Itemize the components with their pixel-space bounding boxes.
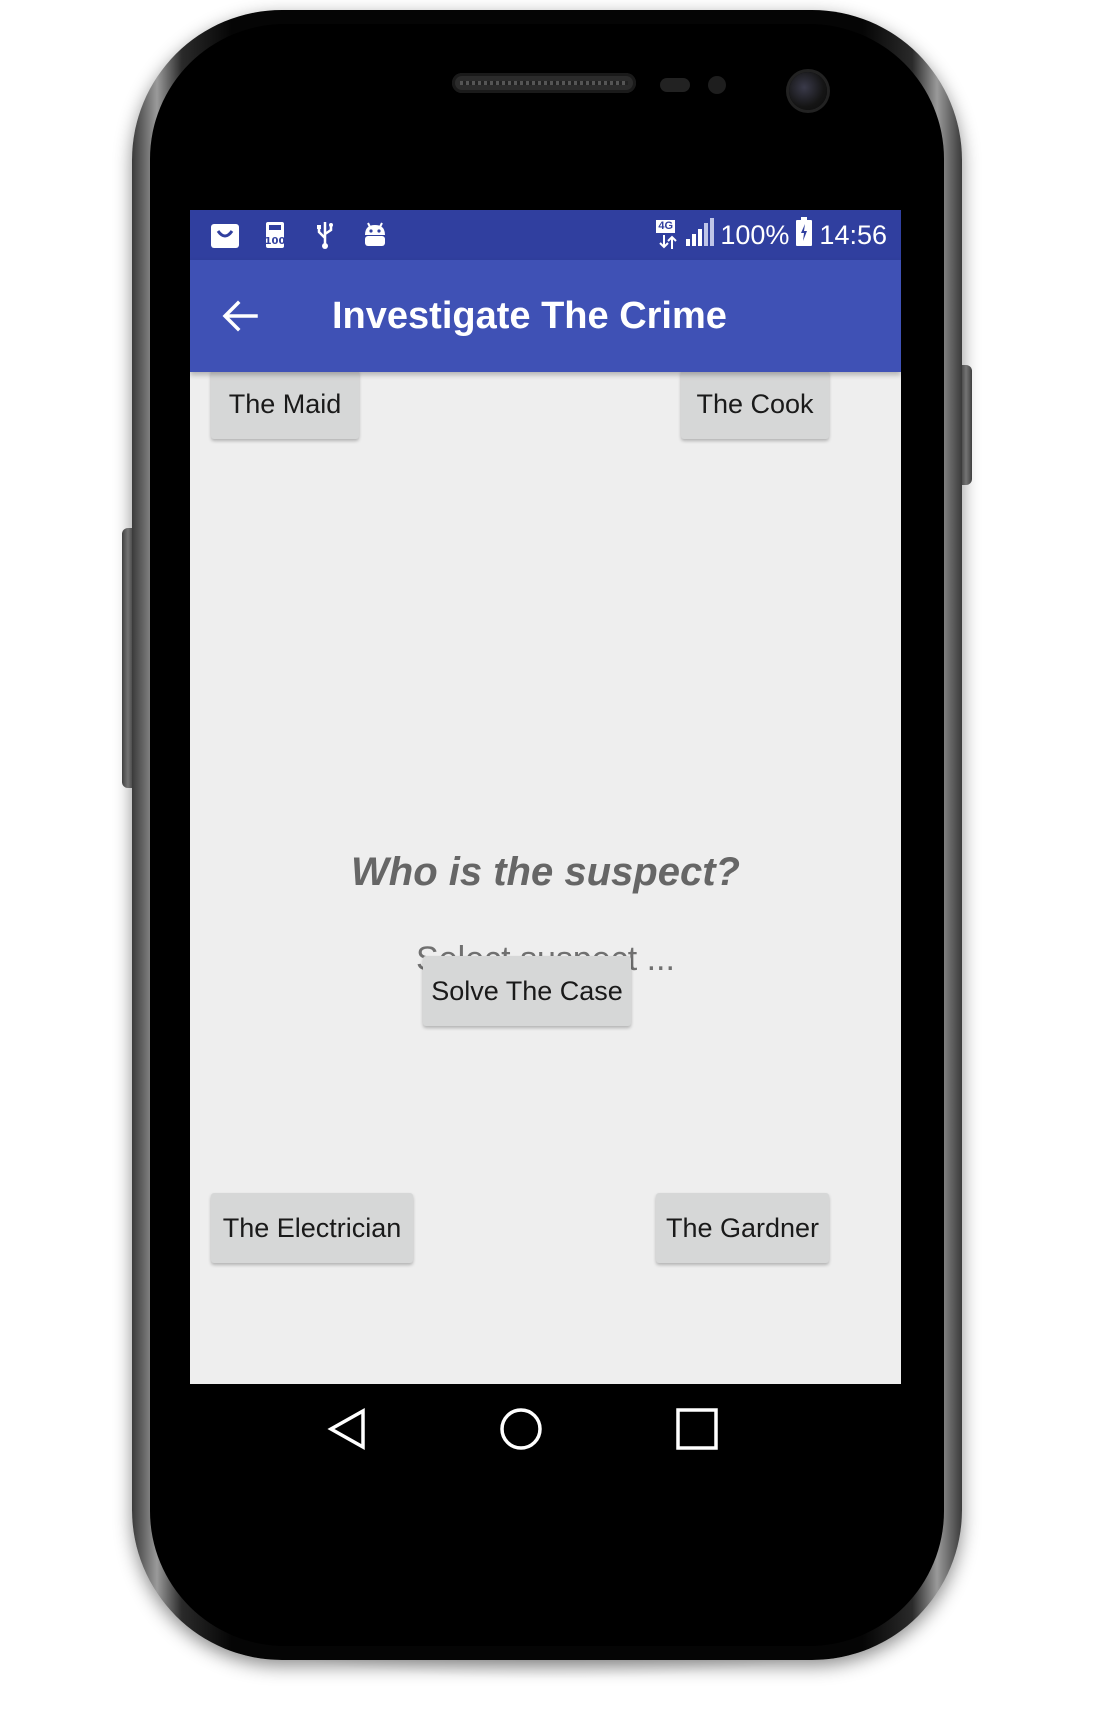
notification-icons: 100 <box>210 220 390 250</box>
earpiece-speaker <box>452 73 636 93</box>
recents-square-icon <box>676 1408 718 1450</box>
nav-recents-button[interactable] <box>674 1406 720 1452</box>
app-bar: Investigate The Crime <box>190 260 901 372</box>
solve-case-button[interactable]: Solve The Case <box>423 956 631 1026</box>
android-debug-icon <box>360 220 390 250</box>
front-camera <box>789 72 827 110</box>
network-4g-icon: 4G <box>656 220 680 250</box>
cook-button[interactable]: The Cook <box>681 369 829 439</box>
usb-icon <box>310 220 340 250</box>
bag-icon <box>210 220 240 250</box>
home-circle-icon <box>500 1408 542 1450</box>
question-heading: Who is the suspect? <box>351 850 740 894</box>
page-title: Investigate The Crime <box>332 295 727 337</box>
status-right: 4G 100% 14:56 <box>656 216 887 254</box>
storage-100-icon: 100 <box>260 220 290 250</box>
back-triangle-icon <box>327 1408 365 1450</box>
nav-back-button[interactable] <box>324 1406 370 1452</box>
svg-text:100: 100 <box>265 236 286 247</box>
signal-icon <box>686 217 715 254</box>
clock: 14:56 <box>819 219 887 250</box>
navigation-bar <box>190 1384 901 1472</box>
gardner-button[interactable]: The Gardner <box>656 1193 829 1263</box>
battery-icon <box>795 216 813 254</box>
electrician-button[interactable]: The Electrician <box>211 1193 413 1263</box>
status-bar: 100 4G 100% 14:56 <box>190 210 901 260</box>
nav-home-button[interactable] <box>498 1406 544 1452</box>
arrow-left-icon <box>222 300 258 332</box>
back-button[interactable] <box>214 290 266 342</box>
proximity-sensor <box>660 78 690 92</box>
network-type: 4G <box>656 220 676 233</box>
maid-button[interactable]: The Maid <box>211 369 359 439</box>
battery-percent: 100% <box>720 219 790 250</box>
light-sensor <box>708 76 726 94</box>
screen: 100 4G 100% 14:56 Investigate The Crime … <box>190 210 901 1472</box>
